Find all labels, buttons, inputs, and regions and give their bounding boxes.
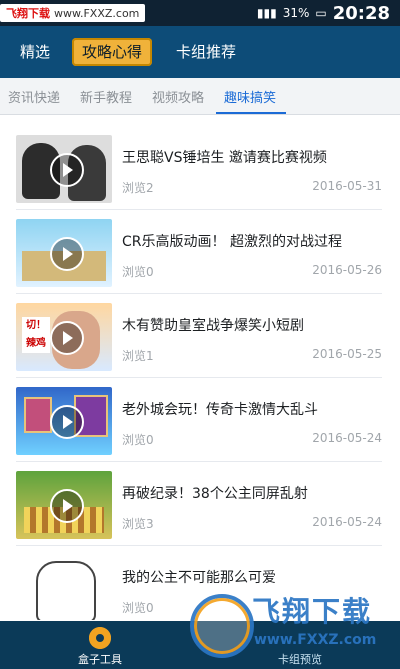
item-views: 浏览3 bbox=[122, 517, 154, 531]
item-views: 浏览2 bbox=[122, 181, 154, 195]
signal-icon: ▮▮▮ bbox=[256, 6, 277, 20]
item-date: 2016-05-25 bbox=[312, 347, 382, 361]
video-thumbnail[interactable] bbox=[16, 471, 112, 539]
watermark-chip: 飞翔下载 www.FXXZ.com bbox=[0, 4, 146, 22]
top-tab-bar: 精选 攻略心得 卡组推荐 bbox=[0, 26, 400, 78]
video-list: 王思聪VS锤培生 邀请赛比赛视频 浏览2 2016-05-31 CR乐高版动画！… bbox=[0, 125, 400, 620]
item-title[interactable]: 老外城会玩！传奇卡激情大乱斗 bbox=[122, 399, 382, 419]
video-thumbnail[interactable] bbox=[16, 555, 112, 620]
nav-toolbox[interactable]: 盒子工具 bbox=[0, 621, 200, 669]
nav-toolbox-label: 盒子工具 bbox=[78, 653, 122, 666]
watermark-url: www.FXXZ.com bbox=[254, 632, 377, 648]
play-icon[interactable] bbox=[50, 321, 84, 355]
list-item[interactable]: 切！辣鸡 木有赞助皇室战争爆笑小短剧 浏览1 2016-05-25 bbox=[16, 293, 382, 378]
subtab-video[interactable]: 视频攻略 bbox=[152, 87, 204, 106]
game-card bbox=[24, 397, 52, 433]
sub-tab-bar: 资讯快递 新手教程 视频攻略 趣味搞笑 bbox=[0, 78, 400, 115]
tab-deck-recommend[interactable]: 卡组推荐 bbox=[166, 38, 246, 66]
list-item[interactable]: 老外城会玩！传奇卡激情大乱斗 浏览0 2016-05-24 bbox=[16, 377, 382, 462]
item-title[interactable]: CR乐高版动画！ 超激烈的对战过程 bbox=[122, 231, 382, 251]
play-icon[interactable] bbox=[50, 489, 84, 523]
list-item[interactable]: 再破纪录！38个公主同屏乱射 浏览3 2016-05-24 bbox=[16, 461, 382, 546]
watermark-logo: 飞翔下载 www.FXXZ.com bbox=[190, 580, 395, 666]
watermark-brand: 飞翔下载 bbox=[6, 7, 50, 20]
item-date: 2016-05-24 bbox=[312, 431, 382, 445]
thumbnail-caption: 切！辣鸡 bbox=[22, 317, 50, 353]
watermark-title: 飞翔下载 bbox=[252, 595, 373, 628]
battery-icon: ▭ bbox=[315, 6, 327, 20]
video-thumbnail[interactable]: 切！辣鸡 bbox=[16, 303, 112, 371]
watermark-site: www.FXXZ.com bbox=[54, 6, 140, 20]
gear-icon bbox=[89, 627, 111, 649]
play-icon[interactable] bbox=[50, 237, 84, 271]
item-views: 浏览1 bbox=[122, 349, 154, 363]
manga-sketch bbox=[36, 561, 96, 620]
subtab-indicator bbox=[216, 112, 286, 114]
tab-guides[interactable]: 攻略心得 bbox=[72, 38, 153, 66]
watermark-logo-icon bbox=[190, 594, 254, 658]
item-date: 2016-05-31 bbox=[312, 179, 382, 193]
item-title[interactable]: 王思聪VS锤培生 邀请赛比赛视频 bbox=[122, 147, 382, 167]
item-views: 浏览0 bbox=[122, 433, 154, 447]
battery-text: 31% bbox=[282, 6, 310, 20]
video-thumbnail[interactable] bbox=[16, 387, 112, 455]
video-thumbnail[interactable] bbox=[16, 219, 112, 287]
subtab-beginner[interactable]: 新手教程 bbox=[80, 87, 132, 106]
list-item[interactable]: CR乐高版动画！ 超激烈的对战过程 浏览0 2016-05-26 bbox=[16, 209, 382, 294]
video-thumbnail[interactable] bbox=[16, 135, 112, 203]
item-title[interactable]: 木有赞助皇室战争爆笑小短剧 bbox=[122, 315, 382, 335]
item-views: 浏览0 bbox=[122, 601, 154, 615]
item-date: 2016-05-24 bbox=[312, 515, 382, 529]
play-icon[interactable] bbox=[50, 153, 84, 187]
item-views: 浏览0 bbox=[122, 265, 154, 279]
clock: 20:28 bbox=[332, 2, 390, 24]
subtab-funny[interactable]: 趣味搞笑 bbox=[224, 87, 276, 106]
list-item[interactable]: 王思聪VS锤培生 邀请赛比赛视频 浏览2 2016-05-31 bbox=[16, 125, 382, 210]
item-date: 2016-05-26 bbox=[312, 263, 382, 277]
subtab-news[interactable]: 资讯快递 bbox=[8, 87, 60, 106]
status-right: ▮▮▮ 31% ▭ 20:28 bbox=[257, 0, 390, 26]
status-bar: 飞翔下载 www.FXXZ.com ▮▮▮ 31% ▭ 20:28 bbox=[0, 0, 400, 26]
play-icon[interactable] bbox=[50, 405, 84, 439]
tab-featured[interactable]: 精选 bbox=[10, 38, 60, 66]
item-title[interactable]: 再破纪录！38个公主同屏乱射 bbox=[122, 483, 382, 503]
